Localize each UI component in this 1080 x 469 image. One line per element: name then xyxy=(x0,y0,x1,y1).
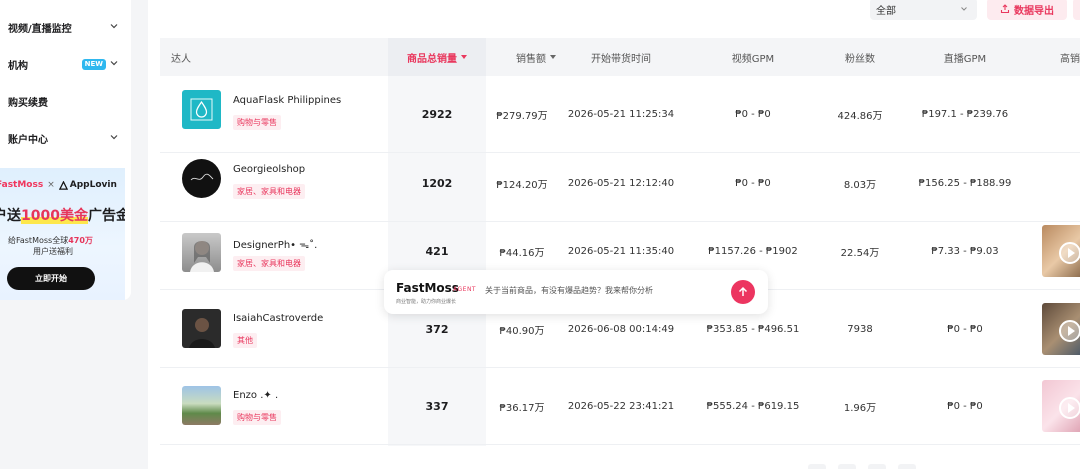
category-tag: 购物与零售 xyxy=(233,115,281,130)
new-badge: NEW xyxy=(81,59,106,70)
video-gpm: ₱0 - ₱0 xyxy=(735,109,771,120)
video-thumbnail[interactable] xyxy=(1042,303,1080,355)
creator-name[interactable]: Georgieolshop xyxy=(233,164,305,175)
sort-icon xyxy=(550,55,556,59)
export-button[interactable]: 数据导出 xyxy=(987,0,1067,20)
avatar xyxy=(182,386,221,425)
ai-agent-bar[interactable]: FastMoss AGENT 商业智能，助力你商业爆长 关于当前商品，有没有爆品… xyxy=(384,270,768,314)
pagination-button[interactable] xyxy=(838,464,856,469)
play-icon[interactable] xyxy=(1059,397,1080,419)
creator-name[interactable]: AquaFlask Philippines xyxy=(233,95,341,106)
total-sold: 2922 xyxy=(421,108,453,121)
play-icon[interactable] xyxy=(1059,320,1080,342)
agent-tagline: 商业智能，助力你商业爆长 xyxy=(396,299,457,305)
followers: 22.54万 xyxy=(840,248,880,259)
filter-select[interactable]: 全部 xyxy=(870,0,977,20)
followers: 7938 xyxy=(847,324,873,335)
creator-name[interactable]: IsaiahCastroverde xyxy=(233,313,323,324)
agent-prompt-input[interactable]: 关于当前商品，有没有爆品趋势？我来帮你分析 xyxy=(485,285,653,296)
total-sold: 337 xyxy=(425,400,449,413)
arrow-up-icon xyxy=(738,286,748,296)
pagination-button[interactable] xyxy=(898,464,916,469)
col-live-gpm: 直播GPM xyxy=(943,53,987,65)
sidebar-item-label: 视频/直播监控 xyxy=(8,23,72,35)
applovin-icon xyxy=(58,180,68,190)
total-sold: 1202 xyxy=(421,177,453,190)
col-top-video: 高销 xyxy=(1060,53,1080,65)
creator-name[interactable]: Enzo .✦ . xyxy=(233,390,278,401)
video-thumbnail[interactable] xyxy=(1042,380,1080,432)
followers: 1.96万 xyxy=(843,403,877,414)
table-row[interactable]: Enzo .✦ . 购物与零售 337 ₱36.17万 2026-05-22 2… xyxy=(160,368,1080,445)
start-time: 2026-05-21 12:12:40 xyxy=(567,178,675,189)
sidebar: 视频/直播监控 机构 NEW 购买续费 账户中心 FastMoss × AppL… xyxy=(0,0,131,300)
agent-logo: FastMoss xyxy=(396,281,459,295)
col-video-gpm: 视频GPM xyxy=(731,53,775,65)
sidebar-item-label: 账户中心 xyxy=(8,134,48,146)
promo-brands: FastMoss × AppLovin xyxy=(0,180,117,190)
avatar xyxy=(182,233,221,272)
revenue: ₱124.20万 xyxy=(496,180,548,191)
revenue: ₱36.17万 xyxy=(499,403,545,414)
sidebar-item-purchase[interactable]: 购买续费 xyxy=(8,91,124,111)
category-tag: 其他 xyxy=(233,333,257,348)
live-gpm: ₱0 - ₱0 xyxy=(947,401,983,412)
col-creator: 达人 xyxy=(171,53,191,65)
start-time: 2026-05-22 23:41:21 xyxy=(567,401,675,412)
export-icon xyxy=(1000,4,1010,14)
applovin-logo: AppLovin xyxy=(69,180,117,190)
chevron-down-icon xyxy=(110,24,118,29)
sidebar-item-agency[interactable]: 机构 NEW xyxy=(8,54,124,74)
sidebar-item-label: 机构 xyxy=(8,60,28,72)
start-time: 2026-05-21 11:25:34 xyxy=(567,109,675,120)
category-tag: 购物与零售 xyxy=(233,410,281,425)
sort-desc-icon xyxy=(461,55,467,59)
pagination-button[interactable] xyxy=(808,464,826,469)
pagination-button[interactable] xyxy=(868,464,886,469)
send-button[interactable] xyxy=(731,280,755,304)
category-tag: 家居、家具和电器 xyxy=(233,184,305,199)
promo-subtitle: 给FastMoss全球470万 xyxy=(8,236,93,245)
col-total-sold[interactable]: 商品总销量 xyxy=(388,38,486,76)
category-tag: 家居、家具和电器 xyxy=(233,256,305,271)
video-gpm: ₱555.24 - ₱619.15 xyxy=(706,401,800,412)
revenue: ₱279.79万 xyxy=(496,111,548,122)
creator-name[interactable]: DesignerPh• ᯓ˚. xyxy=(233,237,317,251)
video-thumbnail[interactable] xyxy=(1042,225,1080,277)
video-gpm: ₱0 - ₱0 xyxy=(735,178,771,189)
col-start-time: 开始带货时间 xyxy=(591,53,651,65)
more-button[interactable] xyxy=(1073,0,1080,20)
play-icon[interactable] xyxy=(1059,242,1080,264)
live-gpm: ₱7.33 - ₱9.03 xyxy=(931,246,999,257)
live-gpm: ₱156.25 - ₱188.99 xyxy=(918,178,1012,189)
agent-badge: AGENT xyxy=(453,286,477,293)
chevron-down-icon xyxy=(961,7,967,11)
table-row[interactable]: AquaFlask Philippines 购物与零售 2922 ₱279.79… xyxy=(160,76,1080,153)
table-row[interactable]: Georgieolshop 家居、家具和电器 1202 ₱124.20万 202… xyxy=(160,145,1080,222)
followers: 8.03万 xyxy=(843,180,877,191)
chevron-down-icon xyxy=(110,61,118,66)
promo-start-button[interactable]: 立即开始 xyxy=(7,267,95,290)
table-header: 达人 商品总销量 销售额 开始带货时间 视频GPM 粉丝数 直播GPM 高销 xyxy=(160,38,1080,76)
promo-subtitle-line2: 用户送福利 xyxy=(33,247,73,256)
promo-title: 户送1000美金广告金 xyxy=(0,208,125,224)
chevron-down-icon xyxy=(110,135,118,140)
live-gpm: ₱197.1 - ₱239.76 xyxy=(921,109,1009,120)
followers: 424.86万 xyxy=(837,111,883,122)
avatar xyxy=(182,159,221,198)
avatar xyxy=(182,309,221,348)
live-gpm: ₱0 - ₱0 xyxy=(947,324,983,335)
fastmoss-logo: FastMoss xyxy=(0,180,44,190)
sidebar-item-label: 购买续费 xyxy=(8,97,48,109)
col-followers: 粉丝数 xyxy=(845,53,875,65)
sidebar-item-video-live-monitor[interactable]: 视频/直播监控 xyxy=(8,17,124,37)
sidebar-item-account-center[interactable]: 账户中心 xyxy=(8,128,124,148)
avatar xyxy=(182,90,221,129)
